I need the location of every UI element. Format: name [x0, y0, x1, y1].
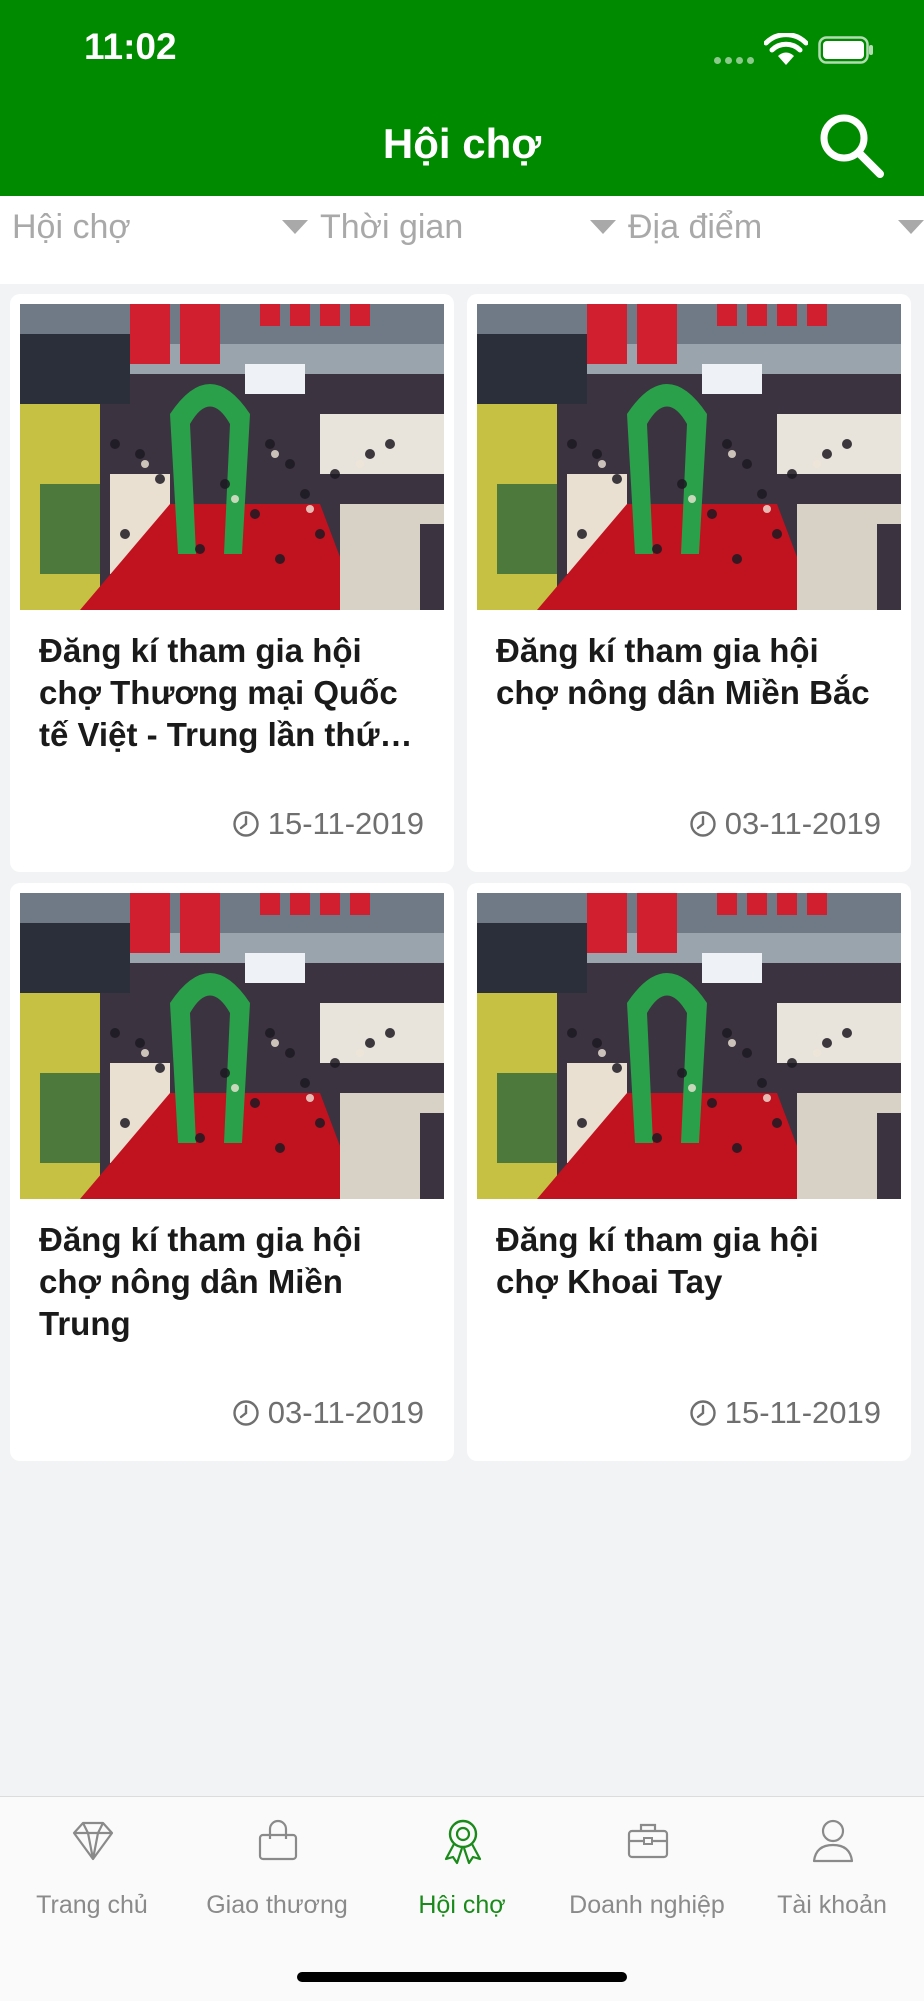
fair-card-title: Đăng kí tham gia hội chợ Thương mại Quốc…	[39, 632, 413, 753]
tab-account[interactable]: Tài khoản	[740, 1797, 924, 1927]
tab-fair[interactable]: Hội chợ	[370, 1797, 554, 1927]
briefcase-icon	[627, 1823, 669, 1859]
fair-card-date: 15-11-2019	[232, 806, 424, 842]
fair-card-title: Đăng kí tham gia hội chợ nông dân Miền T…	[39, 1221, 362, 1342]
fair-card[interactable]: Đăng kí tham gia hội chợ Khoai Tay 15-11…	[467, 883, 911, 1461]
fair-card-date: 03-11-2019	[689, 806, 881, 842]
clock-icon	[232, 1399, 260, 1427]
search-icon[interactable]	[816, 110, 886, 180]
caret-down-icon	[282, 220, 308, 234]
tab-business-label: Doanh nghiệp	[569, 1891, 725, 1919]
page-title: Hội chợ	[382, 120, 542, 167]
fair-card[interactable]: Đăng kí tham gia hội chợ Thương mại Quốc…	[10, 294, 454, 872]
filter-time[interactable]: Thời gian	[308, 196, 616, 260]
filter-fair-label: Hội chợ	[12, 208, 131, 246]
fair-card-date-text: 15-11-2019	[724, 1395, 881, 1430]
tab-home-label: Trang chủ	[36, 1891, 148, 1919]
caret-down-icon	[898, 220, 924, 234]
filter-location[interactable]: Địa điểm	[616, 196, 924, 260]
tab-trade[interactable]: Giao thương	[185, 1797, 369, 1927]
fair-card[interactable]: Đăng kí tham gia hội chợ nông dân Miền T…	[10, 883, 454, 1461]
tab-trade-label: Giao thương	[206, 1891, 348, 1919]
status-time: 11:02	[84, 26, 177, 67]
filter-time-label: Thời gian	[320, 208, 464, 246]
diamond-icon	[72, 1821, 114, 1861]
filter-fair[interactable]: Hội chợ	[0, 196, 308, 260]
fair-card-date-text: 03-11-2019	[267, 1395, 424, 1430]
fair-thumbnail	[20, 893, 444, 1199]
home-indicator	[297, 1972, 627, 1982]
award-ribbon-icon	[444, 1819, 482, 1865]
fair-card-date-text: 15-11-2019	[267, 806, 424, 841]
fair-card-date: 03-11-2019	[232, 1395, 424, 1431]
fair-thumbnail	[20, 304, 444, 610]
fair-card-title: Đăng kí tham gia hội chợ nông dân Miền B…	[496, 632, 870, 711]
tab-account-label: Tài khoản	[777, 1891, 887, 1919]
battery-icon	[818, 36, 873, 64]
tab-business[interactable]: Doanh nghiệp	[555, 1797, 739, 1927]
clock-icon	[232, 810, 260, 838]
fair-card[interactable]: Đăng kí tham gia hội chợ nông dân Miền B…	[467, 294, 911, 872]
tab-fair-label: Hội chợ	[418, 1891, 506, 1919]
app-header: 11:02 Hội chợ	[0, 0, 924, 196]
tab-home[interactable]: Trang chủ	[0, 1797, 184, 1927]
clock-icon	[689, 1399, 717, 1427]
fair-thumbnail	[477, 893, 901, 1199]
wifi-icon	[764, 33, 808, 65]
fair-card-date: 15-11-2019	[689, 1395, 881, 1431]
bottom-tab-bar: Trang chủ Giao thương Hội chợ Doanh nghi…	[0, 1796, 924, 2001]
caret-down-icon	[590, 220, 616, 234]
clock-icon	[689, 810, 717, 838]
user-icon	[812, 1819, 854, 1863]
fair-card-title: Đăng kí tham gia hội chợ Khoai Tay	[496, 1221, 819, 1300]
signal-icon	[714, 57, 754, 64]
shopping-bag-icon	[258, 1819, 298, 1861]
filter-bar: Hội chợ Thời gian Địa điểm	[0, 196, 924, 284]
fair-thumbnail	[477, 304, 901, 610]
filter-location-label: Địa điểm	[628, 208, 763, 246]
fair-card-date-text: 03-11-2019	[724, 806, 881, 841]
